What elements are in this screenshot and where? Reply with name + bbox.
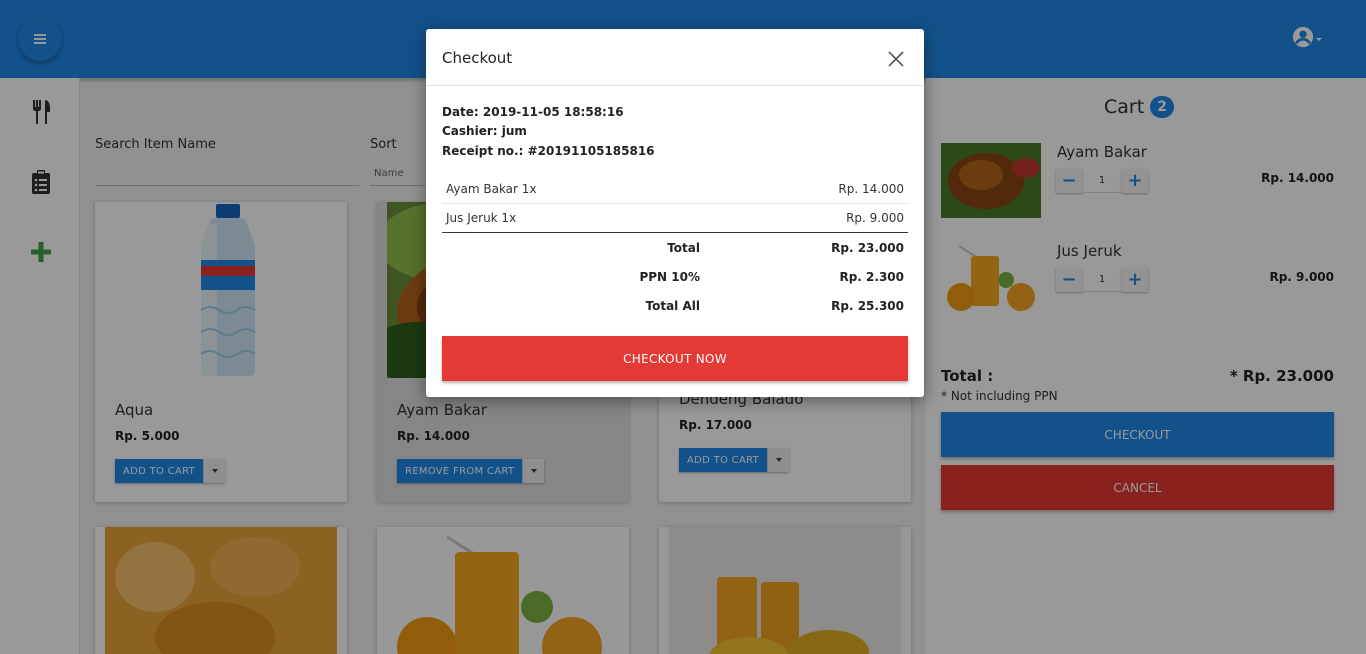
table-row: Jus Jeruk 1x Rp. 9.000 — [442, 204, 908, 233]
table-row: Ayam Bakar 1x Rp. 14.000 — [442, 175, 908, 204]
line-item-value: Rp. 14.000 — [838, 182, 904, 196]
summary-label: Total All — [645, 299, 700, 313]
receipt-number: Receipt no.: #20191105185816 — [442, 144, 655, 158]
checkout-now-button[interactable]: CHECKOUT NOW — [442, 336, 908, 381]
summary-label: PPN 10% — [639, 270, 700, 284]
receipt-table: Ayam Bakar 1x Rp. 14.000 Jus Jeruk 1x Rp… — [442, 175, 908, 320]
checkout-modal: Checkout Date: 2019-11-05 18:58:16 Cashi… — [426, 29, 924, 397]
close-button[interactable] — [886, 49, 906, 69]
summary-value: Rp. 2.300 — [839, 270, 904, 284]
receipt-cashier: Cashier: jum — [442, 124, 527, 138]
summary-value: Rp. 25.300 — [831, 299, 904, 313]
summary-row-total: Total Rp. 23.000 — [442, 233, 908, 262]
modal-title: Checkout — [442, 49, 513, 67]
receipt-date: Date: 2019-11-05 18:58:16 — [442, 105, 624, 119]
line-item-label: Jus Jeruk 1x — [446, 211, 517, 225]
summary-row-total-all: Total All Rp. 25.300 — [442, 291, 908, 320]
summary-value: Rp. 23.000 — [831, 241, 904, 255]
line-item-label: Ayam Bakar 1x — [446, 182, 537, 196]
modal-divider — [426, 85, 924, 86]
close-icon — [888, 51, 904, 67]
summary-label: Total — [667, 241, 700, 255]
summary-row-ppn: PPN 10% Rp. 2.300 — [442, 262, 908, 291]
line-item-value: Rp. 9.000 — [846, 211, 904, 225]
